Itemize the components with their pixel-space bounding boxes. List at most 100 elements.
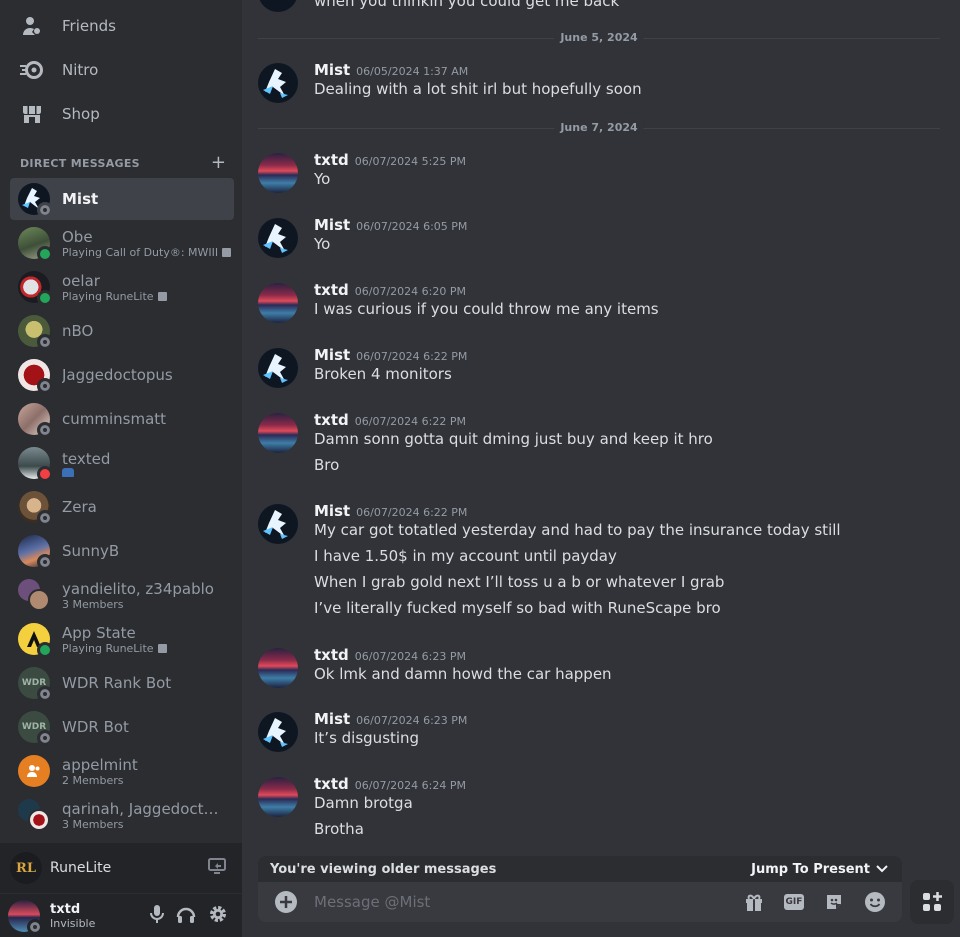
avatar[interactable] — [258, 153, 298, 193]
status-indicator — [37, 730, 53, 746]
message-timestamp: 06/07/2024 6:05 PM — [356, 220, 468, 233]
nav-nitro[interactable]: Nitro — [10, 50, 234, 90]
dm-item-wdr-bot[interactable]: WDR WDR Bot — [10, 706, 234, 748]
message-author[interactable]: txtd — [314, 281, 349, 299]
message-author[interactable]: Mist — [314, 61, 350, 79]
headphones-icon[interactable] — [176, 904, 196, 928]
dm-item-jaggedoctopus[interactable]: Jaggedoctopus — [10, 354, 234, 396]
avatar[interactable] — [258, 283, 298, 323]
dm-item-oelar[interactable]: oelar Playing RuneLite — [10, 266, 234, 308]
avatar[interactable] — [258, 712, 298, 752]
nav-nitro-label: Nitro — [62, 61, 99, 79]
message-timestamp: 06/07/2024 6:24 PM — [354, 779, 466, 792]
message-author[interactable]: txtd — [314, 151, 349, 169]
message-timestamp: 06/07/2024 6:20 PM — [354, 285, 466, 298]
avatar[interactable] — [258, 63, 298, 103]
custom-status-emoji-icon — [62, 467, 74, 477]
message-timestamp: 06/07/2024 6:22 PM — [356, 506, 468, 519]
message-header: Mist 06/07/2024 6:22 PM — [314, 345, 467, 364]
rich-presence-icon — [222, 247, 232, 257]
dm-name: WDR Rank Bot — [62, 674, 172, 692]
dm-member-count: 3 Members — [62, 817, 124, 831]
shop-icon — [10, 102, 54, 126]
activity-name: RuneLite — [50, 860, 112, 876]
dm-item-app-state[interactable]: App State Playing RuneLite — [10, 618, 234, 660]
settings-gear-icon[interactable] — [208, 904, 228, 928]
group-users-icon — [27, 765, 40, 777]
chevron-down-icon — [876, 865, 888, 873]
dm-item-obe[interactable]: Obe Playing Call of Duty®: MWIII — [10, 222, 234, 264]
message-text: Yo — [314, 170, 331, 188]
message-text: Damn brotga — [314, 794, 413, 812]
avatar[interactable] — [258, 348, 298, 388]
dm-item-appelmint[interactable]: appelmint 2 Members — [10, 750, 234, 792]
status-indicator — [37, 510, 53, 526]
message-timestamp: 06/07/2024 5:25 PM — [354, 155, 466, 168]
message-timestamp: 06/07/2024 6:22 PM — [354, 415, 466, 428]
gift-icon[interactable] — [744, 892, 764, 912]
add-attachment-plus-icon[interactable] — [274, 890, 298, 914]
status-indicator — [37, 202, 53, 218]
dm-item-sunnyb[interactable]: SunnyB — [10, 530, 234, 572]
group-avatar — [18, 799, 50, 831]
dm-name: App State — [62, 623, 136, 642]
dm-item-group-qarinah[interactable]: qarinah, Jaggedoctop... 3 Members — [10, 794, 234, 836]
message-author[interactable]: txtd — [314, 411, 349, 429]
nav-friends[interactable]: Friends — [10, 6, 234, 46]
dm-activity: Playing RuneLite — [62, 641, 154, 655]
dm-item-nbo[interactable]: nBO — [10, 310, 234, 352]
avatar[interactable] — [258, 504, 298, 544]
dm-item-wdr-rank-bot[interactable]: WDR WDR Rank Bot — [10, 662, 234, 704]
message-author[interactable]: txtd — [314, 646, 349, 664]
message-text: Broken 4 monitors — [314, 365, 452, 383]
message-text: My car got totatled yesterday and had to… — [314, 521, 841, 539]
avatar[interactable] — [258, 648, 298, 688]
emoji-icon[interactable] — [864, 891, 886, 913]
status-indicator — [37, 686, 53, 702]
dm-name: Mist — [62, 190, 99, 208]
message-text: I have 1.50$ in my account until payday — [314, 547, 617, 565]
message-author[interactable]: Mist — [314, 710, 350, 728]
rich-presence-icon — [157, 643, 167, 653]
friends-icon — [10, 14, 54, 38]
runelite-logo-icon: RL — [10, 852, 42, 884]
dm-header-label: DIRECT MESSAGES — [20, 156, 140, 170]
message-header: txtd 06/07/2024 6:24 PM — [314, 774, 466, 793]
message-author[interactable]: txtd — [314, 775, 349, 793]
stream-activity-icon[interactable] — [208, 858, 226, 878]
message-header: txtd 06/07/2024 5:25 PM — [314, 150, 466, 169]
dm-item-group-yandielito[interactable]: yandielito, z34pablo 3 Members — [10, 574, 234, 616]
gif-icon[interactable]: GIF — [784, 894, 804, 910]
avatar[interactable] — [258, 218, 298, 258]
dm-section-header: DIRECT MESSAGES + — [20, 154, 226, 172]
create-dm-plus-icon[interactable]: + — [211, 154, 226, 172]
avatar[interactable] — [258, 777, 298, 817]
sticker-icon[interactable] — [824, 892, 844, 912]
message-text: Brotha — [314, 820, 364, 838]
dm-item-mist[interactable]: Mist — [10, 178, 234, 220]
dm-item-texted[interactable]: texted — [10, 442, 234, 484]
message-author[interactable]: Mist — [314, 346, 350, 364]
message-author[interactable]: Mist — [314, 216, 350, 234]
dm-item-zera[interactable]: Zera — [10, 486, 234, 528]
message-text: I was curious if you could throw me any … — [314, 300, 659, 318]
message-timestamp: 06/05/2024 1:37 AM — [356, 65, 469, 78]
nav-shop[interactable]: Shop — [10, 94, 234, 134]
message-text: Ok lmk and damn howd the car happen — [314, 665, 612, 683]
dm-activity: Playing Call of Duty®: MWIII — [62, 245, 219, 259]
message-partial: when you thinkin you could get me back — [314, 0, 620, 10]
nav-shop-label: Shop — [62, 105, 100, 123]
user-avatar[interactable] — [8, 899, 43, 935]
message-input[interactable]: Message @Mist — [314, 893, 744, 911]
status-indicator — [37, 334, 53, 350]
dm-item-cumminsmatt[interactable]: cumminsmatt — [10, 398, 234, 440]
status-indicator — [37, 642, 53, 658]
status-indicator — [27, 918, 43, 935]
microphone-icon[interactable] — [150, 904, 164, 928]
jump-to-present-button[interactable]: Jump To Present — [751, 862, 888, 877]
message-text: Bro — [314, 456, 340, 474]
avatar[interactable] — [258, 413, 298, 453]
message-author[interactable]: Mist — [314, 502, 350, 520]
message-header: Mist 06/07/2024 6:23 PM — [314, 709, 467, 728]
apps-launcher-button[interactable] — [910, 880, 954, 924]
